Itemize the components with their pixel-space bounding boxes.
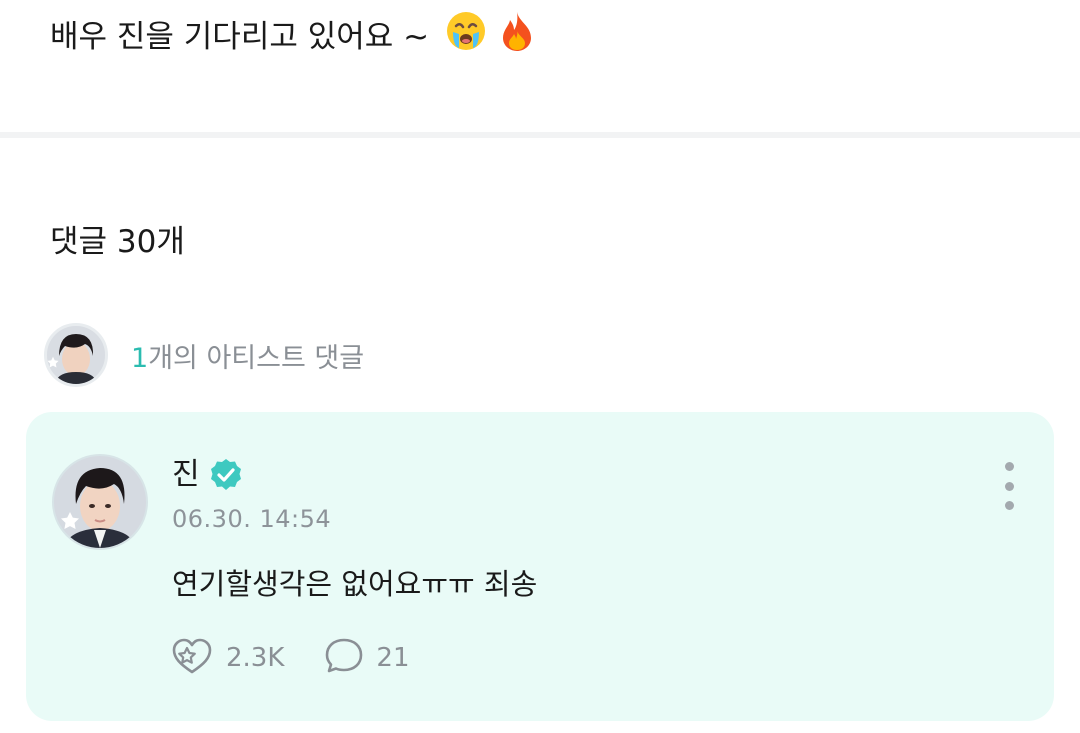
crying-face-icon xyxy=(445,10,487,67)
comments-count-heading: 댓글 30개 xyxy=(50,224,185,260)
artist-comments-suffix: 개의 아티스트 댓글 xyxy=(148,342,365,374)
post-text-line: 배우 진을 기다리고 있어요 ~ xyxy=(50,10,537,67)
artist-comments-count: 1 xyxy=(131,342,149,374)
dot xyxy=(1004,481,1014,491)
speech-bubble-icon xyxy=(324,636,364,680)
artist-avatar-small xyxy=(44,323,108,387)
vertical-dots-icon xyxy=(1004,462,1014,471)
more-options-button[interactable] xyxy=(994,462,1024,510)
star-heart-icon xyxy=(170,636,214,680)
dot xyxy=(1004,501,1014,510)
comment-author-name[interactable]: 진 xyxy=(172,456,200,494)
artist-comments-row[interactable]: 1개의 아티스트 댓글 xyxy=(44,322,364,388)
comment-timestamp: 06.30. 14:54 xyxy=(172,505,332,533)
like-count: 2.3K xyxy=(226,643,285,673)
reply-count: 21 xyxy=(376,643,410,673)
section-divider xyxy=(0,132,1080,138)
artist-comment-card: 진 06.30. 14:54 연기할생각은 없어요ㅠㅠ 죄송 2.3K 21 xyxy=(26,412,1054,721)
reply-button[interactable]: 21 xyxy=(324,636,410,680)
avatar[interactable] xyxy=(52,454,148,550)
comment-author-row: 진 xyxy=(172,456,244,494)
verified-badge-icon xyxy=(208,457,244,493)
fire-icon xyxy=(497,10,537,67)
like-button[interactable]: 2.3K xyxy=(170,636,284,680)
comment-text: 연기할생각은 없어요ㅠㅠ 죄송 xyxy=(172,567,538,601)
artist-comments-label: 1개의 아티스트 댓글 xyxy=(131,336,364,375)
post-text: 배우 진을 기다리고 있어요 ~ xyxy=(50,19,430,55)
comment-actions: 2.3K 21 xyxy=(170,636,410,680)
